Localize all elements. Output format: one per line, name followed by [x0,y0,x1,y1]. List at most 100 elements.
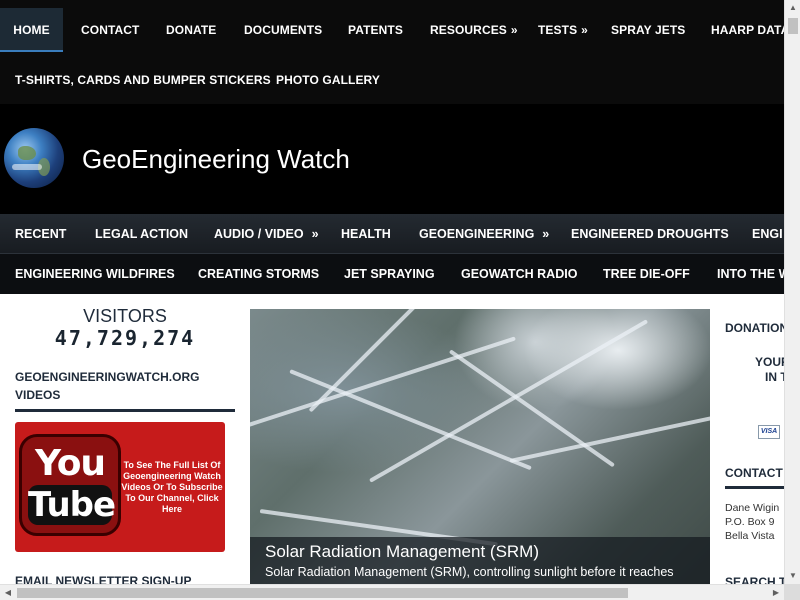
nav-contact-label: CONTACT [81,23,140,37]
nav-spray-jets-label: SPRAY JETS [611,23,686,37]
nav-donate-label: DONATE [166,23,217,37]
nav-into-the-wild-truncated[interactable]: INTO THE W [717,254,784,294]
nav-engineering-wildfires-label: ENGINEERING WILDFIRES [15,267,175,281]
address-line: Bella Vista [725,530,775,542]
nav-audio-video[interactable]: AUDIO / VIDEO » [214,214,319,254]
search-heading: SEARCH T [725,575,784,584]
address-line: P.O. Box 9 [725,516,775,528]
top-nav-row-1: HOME CONTACT DONATE DOCUMENTS PATENTS RE… [0,8,784,52]
nav-engineered-droughts[interactable]: ENGINEERED DROUGHTS [571,214,729,254]
nav-donate[interactable]: DONATE [166,8,216,52]
nav-health-label: HEALTH [341,227,391,241]
scrollbar-corner [784,584,800,600]
nav-tshirts[interactable]: T-SHIRTS, CARDS AND BUMPER STICKERS [15,58,271,102]
nav-recent-label: RECENT [15,227,67,241]
scroll-down-arrow-icon[interactable]: ▼ [785,568,800,584]
nav-engineering-truncated[interactable]: ENGI [752,214,783,254]
visitors-count: 47,729,274 [54,326,196,350]
nav-contact[interactable]: CONTACT [81,8,139,52]
donations-heading: DONATIONS [725,321,784,335]
chevron-right-icon: » [581,23,588,37]
nav-tshirts-label: T-SHIRTS, CARDS AND BUMPER STICKERS [15,73,271,87]
nav-patents[interactable]: PATENTS [348,8,403,52]
nav-photo-gallery[interactable]: PHOTO GALLERY [276,58,380,102]
slide-caption: Solar Radiation Management (SRM) Solar R… [250,537,710,584]
horizontal-scrollbar[interactable]: ◀ ▶ [0,584,784,600]
nav-documents-label: DOCUMENTS [244,23,323,37]
main-nav-row-1: RECENT LEGAL ACTION AUDIO / VIDEO » HEALT… [0,214,784,254]
right-sidebar: DONATIONS YOUR IN T VISA CONTACT Dane Wi… [725,309,784,584]
chevron-right-icon: » [542,227,550,241]
address-line: Dane Wigin [725,502,780,514]
youtube-you-text: You [34,443,106,484]
vertical-scrollbar[interactable]: ▲ ▼ [784,0,800,584]
nav-haarp-data-label: HAARP DATA [711,23,784,37]
newsletter-heading: EMAIL NEWSLETTER SIGN-UP [15,574,192,584]
nav-engineering-truncated-label: ENGI [752,227,783,241]
videos-heading: GEOENGINEERINGWATCH.ORG VIDEOS [15,370,200,402]
donations-text-line-2: IN T [765,370,784,384]
nav-documents[interactable]: DOCUMENTS [244,8,322,52]
section-divider [725,486,784,489]
nav-resources-label: RESOURCES [430,23,507,37]
globe-cloud [12,164,42,170]
youtube-logo-icon: You Tube [19,434,121,536]
nav-legal-action-label: LEGAL ACTION [95,227,189,241]
nav-tests[interactable]: TESTS» [538,8,588,52]
nav-legal-action[interactable]: LEGAL ACTION [95,214,188,254]
left-sidebar: VISITORS 47,729,274 GEOENGINEERINGWATCH.… [15,294,235,584]
nav-tests-label: TESTS [538,23,578,37]
featured-slider[interactable]: Solar Radiation Management (SRM) Solar R… [250,309,710,584]
youtube-banner[interactable]: You Tube To See The Full List Of Geoengi… [15,422,225,552]
nav-geowatch-radio[interactable]: GEOWATCH RADIO [461,254,577,294]
youtube-tube-text: Tube [28,485,116,525]
nav-engineered-droughts-label: ENGINEERED DROUGHTS [571,227,729,241]
main-navigation: RECENT LEGAL ACTION AUDIO / VIDEO » HEALT… [0,214,784,294]
contrail-streak [448,349,615,468]
nav-haarp-data[interactable]: HAARP DATA [711,8,784,52]
section-divider [15,409,235,412]
main-nav-row-2: ENGINEERING WILDFIRES CREATING STORMS JE… [0,254,784,294]
scroll-right-arrow-icon[interactable]: ▶ [768,585,784,600]
nav-resources[interactable]: RESOURCES» [430,8,518,52]
scroll-up-arrow-icon[interactable]: ▲ [785,0,800,16]
nav-jet-spraying-label: JET SPRAYING [344,267,435,281]
visitors-label: VISITORS [83,306,167,326]
nav-recent[interactable]: RECENT [15,214,66,254]
nav-tree-die-off-label: TREE DIE-OFF [603,267,690,281]
nav-creating-storms[interactable]: CREATING STORMS [198,254,319,294]
contact-heading: CONTACT [725,466,783,480]
scroll-left-arrow-icon[interactable]: ◀ [0,585,16,600]
nav-jet-spraying[interactable]: JET SPRAYING [344,254,435,294]
donations-text-line-1: YOUR [755,355,784,369]
nav-spray-jets[interactable]: SPRAY JETS [611,8,685,52]
slide-title[interactable]: Solar Radiation Management (SRM) [265,542,539,562]
nav-audio-video-label: AUDIO / VIDEO [214,227,304,241]
vertical-scroll-thumb[interactable] [788,18,798,34]
nav-geowatch-radio-label: GEOWATCH RADIO [461,267,578,281]
visa-card-icon: VISA [758,425,780,439]
globe-land [18,146,36,160]
youtube-banner-text: To See The Full List Of Geoengineering W… [121,460,223,514]
contrail-streak [509,413,710,463]
horizontal-scroll-thumb[interactable] [17,588,628,598]
top-navigation: HOME CONTACT DONATE DOCUMENTS PATENTS RE… [0,0,784,104]
chevron-right-icon: » [510,23,518,37]
site-title[interactable]: GeoEngineering Watch [82,144,350,175]
globe-icon[interactable] [4,128,64,188]
nav-creating-storms-label: CREATING STORMS [198,267,320,281]
nav-patents-label: PATENTS [348,23,403,37]
nav-geoengineering-label: GEOENGINEERING [419,227,535,241]
nav-geoengineering[interactable]: GEOENGINEERING » [419,214,549,254]
nav-home-label: HOME [13,23,50,37]
nav-tree-die-off[interactable]: TREE DIE-OFF [603,254,690,294]
site-header: GeoEngineering Watch [0,104,784,214]
nav-photo-gallery-label: PHOTO GALLERY [276,73,380,87]
nav-engineering-wildfires[interactable]: ENGINEERING WILDFIRES [15,254,175,294]
chevron-right-icon: » [311,227,319,241]
nav-into-the-wild-truncated-label: INTO THE W [717,267,784,281]
nav-home[interactable]: HOME [0,8,63,52]
nav-health[interactable]: HEALTH [341,214,391,254]
top-nav-row-2: T-SHIRTS, CARDS AND BUMPER STICKERS PHOT… [0,58,784,102]
slide-text: Solar Radiation Management (SRM), contro… [265,565,674,579]
